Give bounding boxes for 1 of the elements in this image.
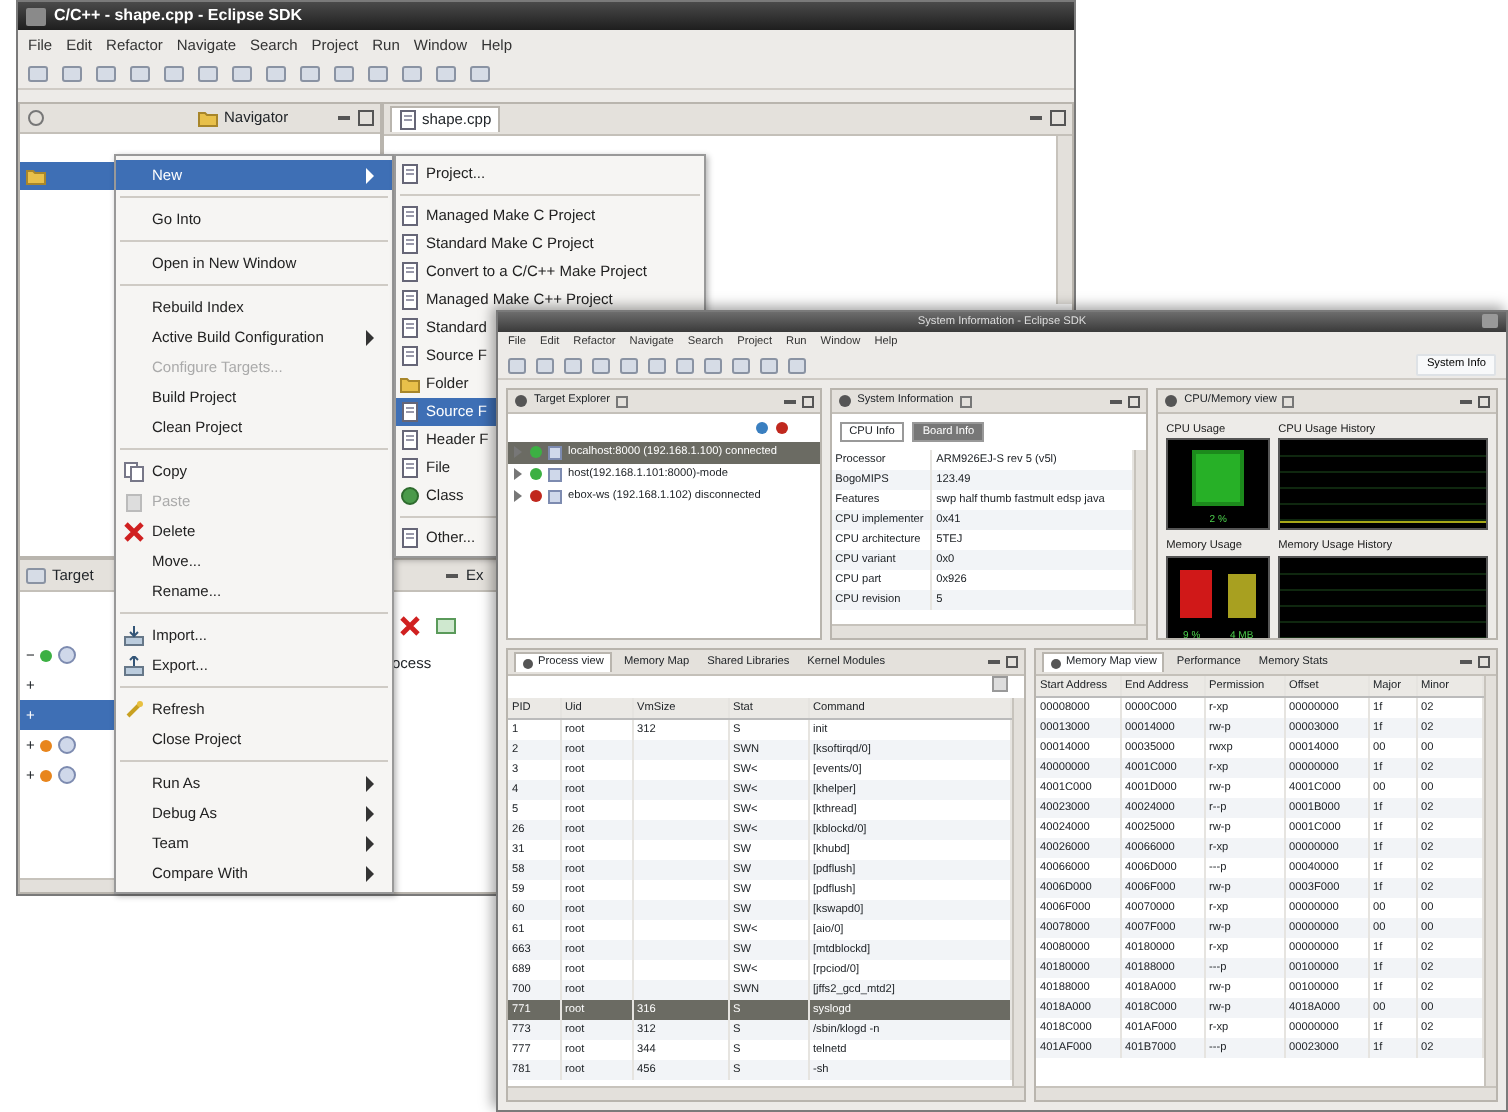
window-title: C/C++ - shape.cpp - Eclipse SDK	[54, 4, 303, 28]
